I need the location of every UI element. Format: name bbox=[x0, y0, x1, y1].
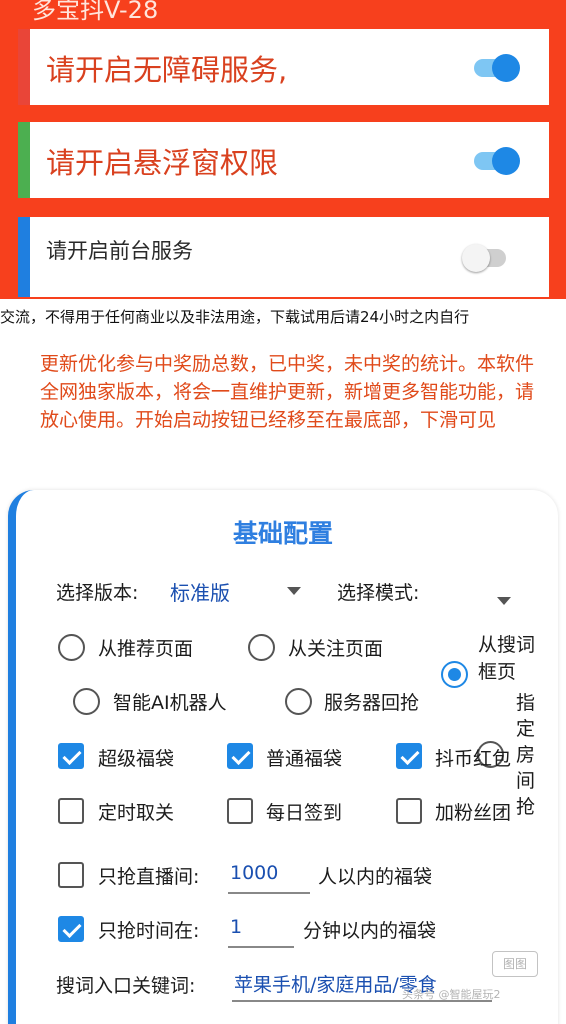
input-underline bbox=[228, 946, 294, 948]
update-notice: 更新优化参与中奖励总数，已中奖，未中奖的统计。本软件全网独家版本，将会一直维护更… bbox=[40, 353, 535, 431]
foreground-service-card[interactable]: 请开启前台服务 bbox=[18, 217, 549, 297]
chevron-down-icon[interactable] bbox=[497, 597, 511, 605]
permission-label: 请开启前台服务 bbox=[46, 239, 193, 263]
toggle-knob bbox=[492, 147, 520, 175]
chevron-down-icon[interactable] bbox=[287, 587, 301, 595]
keyword-label: 搜词入口关键词: bbox=[56, 975, 196, 997]
checkbox-label: 定时取关 bbox=[98, 802, 175, 824]
checkbox-label: 超级福袋 bbox=[98, 748, 175, 770]
checkbox-super-bag[interactable] bbox=[58, 743, 84, 769]
permission-label: 请开启无障碍服务, bbox=[46, 53, 288, 87]
radio-recommend[interactable] bbox=[58, 634, 85, 661]
checkbox-coin-redpacket[interactable] bbox=[396, 743, 422, 769]
mode-label: 选择模式: bbox=[337, 582, 420, 604]
radio-server-grab[interactable] bbox=[285, 688, 312, 715]
checkbox-daily-signin[interactable] bbox=[227, 798, 253, 824]
foreground-service-toggle[interactable] bbox=[462, 244, 506, 272]
input-underline bbox=[228, 892, 310, 894]
config-title: 基础配置 bbox=[232, 519, 333, 548]
checkbox-label: 每日签到 bbox=[266, 802, 343, 824]
watermark-text: 头条号 @智能屋玩2 bbox=[402, 988, 501, 1001]
live-filter-suffix: 人以内的福袋 bbox=[318, 866, 433, 888]
checkbox-label: 普通福袋 bbox=[266, 748, 343, 770]
disclaimer-text: 交流，不得用于任何商业以及非法用途，下载试用后请24小时之内自行 bbox=[0, 308, 470, 326]
radio-label: 指定房间抢 bbox=[516, 692, 536, 818]
checkbox-normal-bag[interactable] bbox=[227, 743, 253, 769]
checkbox-join-fanclub[interactable] bbox=[396, 798, 422, 824]
permission-label: 请开启悬浮窗权限 bbox=[46, 146, 279, 180]
time-filter-label: 只抢时间在: bbox=[98, 920, 200, 942]
radio-label: 从搜词框页 bbox=[478, 634, 536, 683]
radio-ai-robot[interactable] bbox=[73, 688, 100, 715]
overlay-permission-card[interactable]: 请开启悬浮窗权限 bbox=[18, 122, 549, 198]
radio-following[interactable] bbox=[248, 634, 275, 661]
checkbox-time-filter[interactable] bbox=[58, 916, 84, 942]
time-filter-suffix: 分钟以内的福袋 bbox=[303, 920, 437, 942]
live-filter-label: 只抢直播间: bbox=[98, 866, 200, 888]
app-title: 多宝抖V-28 bbox=[32, 0, 159, 24]
radio-search-box[interactable] bbox=[441, 661, 468, 688]
accessibility-permission-card[interactable]: 请开启无障碍服务, bbox=[18, 29, 549, 105]
overlay-toggle[interactable] bbox=[474, 147, 520, 175]
version-label: 选择版本: bbox=[56, 582, 139, 604]
radio-label: 智能AI机器人 bbox=[113, 692, 227, 714]
watermark-badge: 图图 bbox=[492, 951, 538, 977]
time-filter-input[interactable]: 1 bbox=[230, 916, 242, 938]
permission-header: 多宝抖V-28 请开启无障碍服务, 请开启悬浮窗权限 请开启前台服务 bbox=[0, 0, 566, 299]
accessibility-toggle[interactable] bbox=[474, 54, 520, 82]
checkbox-label: 抖币红包 bbox=[435, 748, 512, 770]
toggle-knob bbox=[462, 244, 490, 272]
checkbox-timed-unfollow[interactable] bbox=[58, 798, 84, 824]
toggle-knob bbox=[492, 54, 520, 82]
version-select[interactable]: 标准版 bbox=[170, 577, 230, 606]
radio-label: 从关注页面 bbox=[288, 638, 384, 660]
live-filter-input[interactable]: 1000 bbox=[230, 862, 278, 884]
checkbox-live-filter[interactable] bbox=[58, 862, 84, 888]
radio-label: 服务器回抢 bbox=[324, 692, 420, 714]
checkbox-label: 加粉丝团 bbox=[435, 802, 512, 824]
radio-label: 从推荐页面 bbox=[98, 638, 194, 660]
